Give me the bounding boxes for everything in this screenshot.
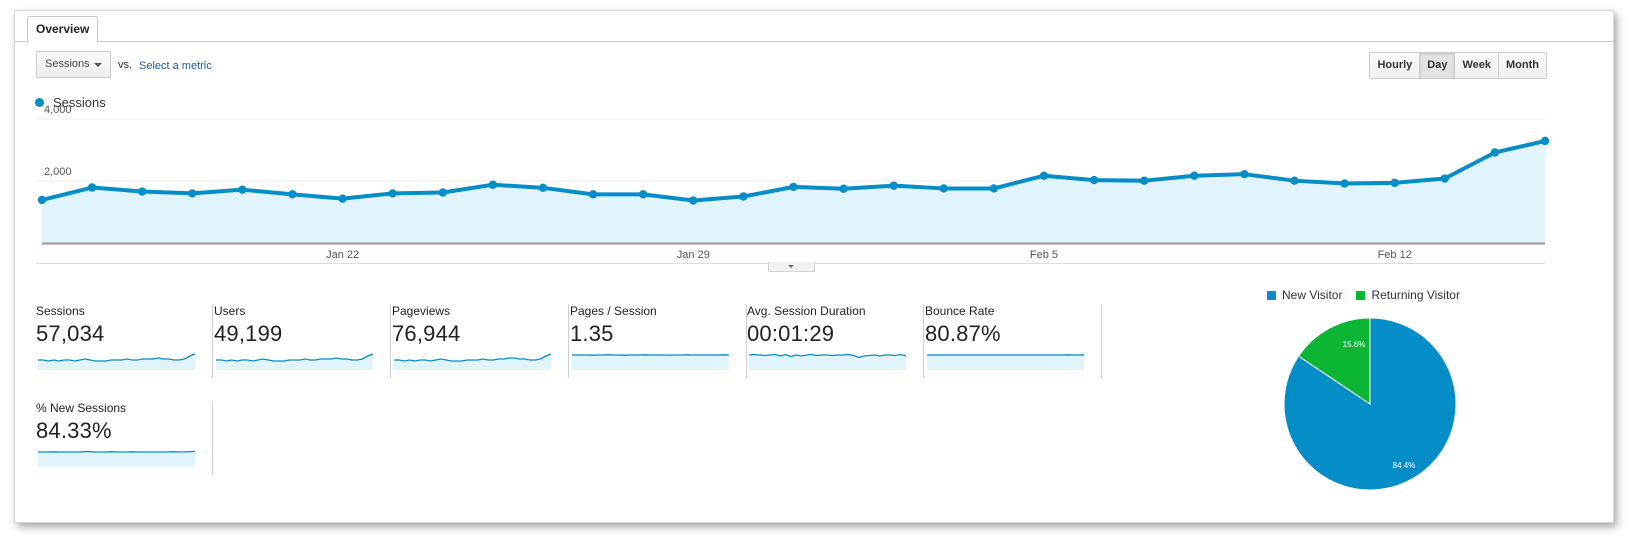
- scorecard-label: % New Sessions: [36, 401, 127, 415]
- sessions-line-chart: 4,000 2,000 Jan 22 Jan 29 Feb 5 Feb 12: [36, 104, 1550, 264]
- data-point: [1190, 171, 1199, 180]
- data-point: [689, 196, 698, 205]
- sparkline-line: [216, 353, 373, 362]
- sparkline-area: [572, 354, 729, 370]
- y-tick-label: 2,000: [44, 166, 72, 178]
- data-point: [1440, 174, 1450, 183]
- pie-legend-new-visitor[interactable]: New Visitor: [1267, 288, 1342, 302]
- sparkline-area: [749, 354, 906, 370]
- data-point: [839, 184, 848, 193]
- x-tick-label: Jan 29: [677, 249, 710, 261]
- sparkline-line: [38, 353, 195, 362]
- data-point: [989, 184, 999, 193]
- data-point: [1540, 136, 1550, 146]
- x-tick-label: Feb 5: [1030, 249, 1058, 261]
- pie-legend: New Visitor Returning Visitor: [1267, 288, 1474, 302]
- pie-legend-label: Returning Visitor: [1371, 288, 1460, 302]
- data-point: [1290, 176, 1299, 185]
- data-point: [138, 187, 147, 196]
- data-point: [639, 190, 648, 199]
- data-point: [1140, 176, 1149, 185]
- new-visitor-swatch-icon: [1267, 290, 1276, 300]
- data-point: [338, 194, 347, 203]
- pie-slice-label: 15.6%: [1343, 340, 1366, 349]
- scorecard-value: 57,034: [36, 321, 105, 346]
- sparkline-line: [572, 354, 729, 356]
- data-point: [238, 185, 247, 194]
- pie-legend-returning-visitor[interactable]: Returning Visitor: [1356, 288, 1460, 302]
- data-point: [188, 189, 197, 198]
- x-tick-label: Jan 22: [326, 249, 359, 261]
- data-point: [1039, 171, 1049, 180]
- scorecard-value: 49,199: [214, 321, 283, 346]
- scorecard-value: 1.35: [570, 321, 614, 346]
- y-tick-label: 4,000: [44, 104, 72, 116]
- data-point: [538, 183, 548, 193]
- data-point: [438, 188, 447, 197]
- scorecard-label: Users: [214, 304, 246, 318]
- data-point: [1240, 169, 1249, 179]
- scorecard-value: 00:01:29: [747, 321, 835, 346]
- sparkline: [927, 354, 1084, 370]
- scorecard-sessions[interactable]: Sessions 57,034: [36, 304, 213, 378]
- pie-slice-label: 84.4%: [1393, 461, 1416, 470]
- sparkline-area: [216, 354, 373, 370]
- pie-slice-new-visitor: [1283, 317, 1457, 491]
- scorecard-label: Sessions: [36, 304, 85, 318]
- scorecard-bounce-rate[interactable]: Bounce Rate 80.87%: [925, 304, 1102, 378]
- scorecard-label: Bounce Rate: [925, 304, 995, 318]
- scorecard-label: Avg. Session Duration: [747, 304, 866, 318]
- data-point: [939, 184, 948, 193]
- sparkline-area: [38, 354, 195, 370]
- sparkline: [572, 354, 729, 370]
- sparkline-area: [394, 354, 551, 370]
- scorecard-label: Pageviews: [392, 304, 451, 318]
- sparkline: [394, 353, 551, 370]
- sparkline: [749, 353, 906, 370]
- scorecard-value: 76,944: [392, 321, 461, 346]
- data-point: [288, 190, 297, 199]
- sparkline: [38, 450, 195, 467]
- x-tick-label: Feb 12: [1378, 249, 1412, 261]
- data-point: [388, 189, 397, 198]
- collapse-chart-handle[interactable]: [768, 262, 815, 272]
- sparkline-line: [394, 353, 551, 362]
- chevron-down-icon: [788, 265, 794, 268]
- scorecard-avg-session-duration[interactable]: Avg. Session Duration 00:01:29: [747, 304, 924, 378]
- sparkline-area: [38, 451, 195, 467]
- pie-legend-label: New Visitor: [1282, 288, 1343, 302]
- scorecard-users[interactable]: Users 49,199: [214, 304, 391, 378]
- scorecard-pages-session[interactable]: Pages / Session 1.35: [570, 304, 747, 378]
- scorecard-pageviews[interactable]: Pageviews 76,944: [392, 304, 569, 378]
- scorecard-value: 84.33%: [36, 418, 112, 443]
- sparkline: [216, 353, 373, 370]
- data-point: [1490, 148, 1500, 157]
- audience-overview-panel: Overview Sessions vs. Select a metric Ho…: [14, 10, 1614, 523]
- data-point: [889, 181, 898, 190]
- returning-visitor-swatch-icon: [1356, 290, 1366, 300]
- data-point: [488, 180, 498, 189]
- data-point: [37, 195, 47, 205]
- sparkline-area: [927, 354, 1084, 370]
- data-point: [1390, 178, 1399, 188]
- sparkline-line: [38, 450, 195, 453]
- scorecard-new-sessions[interactable]: % New Sessions 84.33%: [36, 401, 213, 475]
- data-point: [87, 183, 97, 192]
- data-point: [588, 190, 598, 199]
- scorecard-value: 80.87%: [925, 321, 1001, 346]
- scorecard-label: Pages / Session: [570, 304, 657, 318]
- data-point: [1089, 175, 1099, 185]
- sparkline: [38, 353, 195, 370]
- data-point: [739, 192, 748, 201]
- data-point: [789, 182, 798, 192]
- pie-slice-returning-visitor: [1297, 317, 1371, 405]
- data-point: [1340, 179, 1349, 188]
